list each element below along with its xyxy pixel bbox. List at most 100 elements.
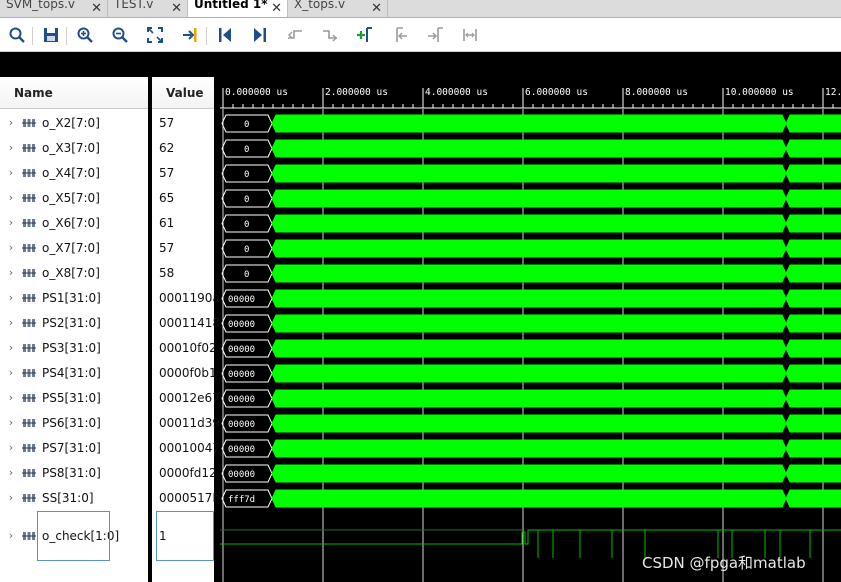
expand-chevron-icon[interactable]: ›	[4, 191, 18, 204]
signal-name: PS6[31:0]	[42, 415, 101, 430]
go-to-last-icon[interactable]	[251, 26, 269, 44]
next-transition-icon[interactable]	[321, 26, 339, 44]
close-icon[interactable]: ✕	[371, 1, 382, 16]
zoom-fit-icon[interactable]	[146, 26, 164, 44]
tab-svm-tops[interactable]: SVM_tops.v ✕	[0, 0, 108, 17]
zoom-out-icon[interactable]	[111, 26, 129, 44]
signal-row[interactable]: › PS8[31:0]	[0, 460, 148, 485]
expand-chevron-icon[interactable]: ›	[4, 166, 18, 179]
tab-untitled-1[interactable]: Untitled 1* ✕	[188, 0, 288, 17]
signal-row[interactable]: › o_X3[7:0]	[0, 135, 148, 160]
expand-chevron-icon[interactable]: ›	[4, 529, 18, 542]
add-marker-icon[interactable]	[356, 26, 374, 44]
bus-active-segment	[271, 389, 787, 408]
signal-row[interactable]: › o_X8[7:0]	[0, 260, 148, 285]
signal-value: 65	[159, 190, 175, 205]
signal-row[interactable]: › PS3[31:0]	[0, 335, 148, 360]
expand-chevron-icon[interactable]: ›	[4, 291, 18, 304]
signal-row[interactable]: › o_X7[7:0]	[0, 235, 148, 260]
signal-row[interactable]: › PS2[31:0]	[0, 310, 148, 335]
expand-chevron-icon[interactable]: ›	[4, 116, 18, 129]
signal-value: 00010f02	[159, 340, 217, 355]
expand-chevron-icon[interactable]: ›	[4, 216, 18, 229]
bus-active-segment	[271, 464, 787, 483]
bus-active-segment	[271, 114, 787, 133]
bus-active-segment	[785, 139, 841, 158]
bus-segment-label: 00000	[228, 395, 255, 405]
save-icon[interactable]	[42, 26, 60, 44]
expand-chevron-icon[interactable]: ›	[4, 141, 18, 154]
bus-segment-label: 00000	[228, 320, 255, 330]
go-to-cursor-icon[interactable]	[181, 26, 199, 44]
signal-value: 57	[159, 165, 175, 180]
signal-row[interactable]: › PS4[31:0]	[0, 360, 148, 385]
signal-row[interactable]: › o_X4[7:0]	[0, 160, 148, 185]
close-icon[interactable]: ✕	[91, 1, 102, 16]
close-icon[interactable]: ✕	[171, 1, 182, 16]
signal-row[interactable]: › PS5[31:0]	[0, 385, 148, 410]
expand-chevron-icon[interactable]: ›	[4, 316, 18, 329]
toolbar-separator	[206, 27, 207, 45]
expand-chevron-icon[interactable]: ›	[4, 241, 18, 254]
tab-test[interactable]: TEST.v ✕	[108, 0, 188, 17]
expand-chevron-icon[interactable]: ›	[4, 491, 18, 504]
name-column-header[interactable]: Name	[0, 77, 148, 109]
signal-row[interactable]: › SS[31:0]	[0, 485, 148, 510]
signal-row[interactable]: › PS1[31:0]	[0, 285, 148, 310]
expand-chevron-icon[interactable]: ›	[4, 341, 18, 354]
zoom-in-icon[interactable]	[76, 26, 94, 44]
bus-active-segment	[271, 289, 787, 308]
bus-active-segment	[785, 389, 841, 408]
expand-chevron-icon[interactable]: ›	[4, 391, 18, 404]
bus-signal-icon	[22, 143, 36, 152]
close-icon[interactable]: ✕	[271, 1, 282, 16]
digital-waveform	[220, 529, 841, 545]
signal-value: 0000fd12	[159, 465, 217, 480]
toolbar-separator	[66, 27, 67, 45]
name-panel: Name › o_X2[7:0] › o_X3[7:0] › o_X4[7:0] › o_X5…	[0, 77, 148, 582]
next-marker-icon[interactable]	[426, 26, 444, 44]
signal-row[interactable]: › o_X5[7:0]	[0, 185, 148, 210]
bus-active-segment	[271, 489, 787, 508]
time-tick-label: 12.	[825, 87, 841, 98]
bus-active-segment	[271, 239, 787, 258]
previous-marker-icon[interactable]	[391, 26, 409, 44]
bus-active-segment	[785, 414, 841, 433]
selected-row-outline	[37, 511, 110, 561]
bus-signal-icon	[22, 193, 36, 202]
bus-signal-icon	[22, 343, 36, 352]
waveform-canvas[interactable]: 0.000000 us 2.000000 us 4.000000 us 6.00000…	[220, 52, 841, 582]
search-icon[interactable]	[8, 26, 26, 44]
expand-chevron-icon[interactable]: ›	[4, 466, 18, 479]
bus-signal-icon	[22, 368, 36, 377]
signal-row[interactable]: › PS7[31:0]	[0, 435, 148, 460]
signal-row[interactable]: › o_X2[7:0]	[0, 110, 148, 135]
expand-chevron-icon[interactable]: ›	[4, 266, 18, 279]
signal-name: PS8[31:0]	[42, 465, 101, 480]
previous-transition-icon[interactable]	[286, 26, 304, 44]
signal-row[interactable]: › PS6[31:0]	[0, 410, 148, 435]
toolbar-separator	[32, 27, 33, 45]
bus-active-segment	[271, 164, 787, 183]
go-to-first-icon[interactable]	[216, 26, 234, 44]
expand-chevron-icon[interactable]: ›	[4, 366, 18, 379]
expand-chevron-icon[interactable]: ›	[4, 441, 18, 454]
bus-signal-icon	[22, 168, 36, 177]
tab-x-tops[interactable]: X_tops.v ✕	[288, 0, 388, 17]
time-tick-label: 2.000000 us	[325, 87, 388, 98]
bus-segment-label: 00000	[228, 295, 255, 305]
bus-segment-label: fff7d	[228, 495, 255, 505]
bus-active-segment	[785, 489, 841, 508]
bus-active-segment	[271, 339, 787, 358]
expand-chevron-icon[interactable]: ›	[4, 416, 18, 429]
bus-active-segment	[785, 214, 841, 233]
signal-name: o_X2[7:0]	[42, 115, 100, 130]
waveform-area[interactable]: 0.000000 us 2.000000 us 4.000000 us 6.00000…	[220, 52, 841, 582]
signal-row[interactable]: › o_X6[7:0]	[0, 210, 148, 235]
bus-segment-label: 0	[244, 195, 249, 205]
bus-signal-icon	[22, 293, 36, 302]
value-column-header[interactable]: Value	[152, 77, 214, 109]
signal-name: PS1[31:0]	[42, 290, 101, 305]
swap-cursors-icon[interactable]	[461, 26, 479, 44]
bus-segment-label: 0	[244, 120, 249, 130]
